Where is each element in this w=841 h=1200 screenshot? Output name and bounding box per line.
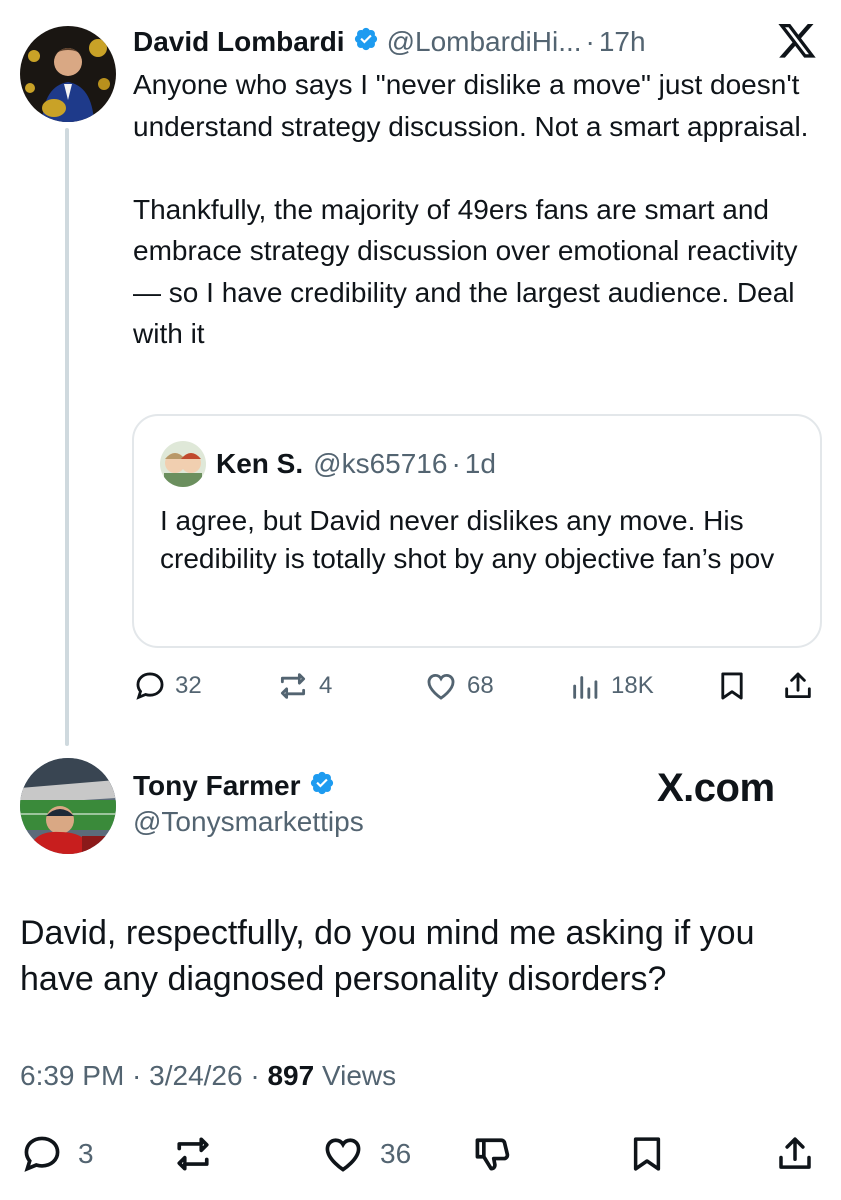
author-name[interactable]: Tony Farmer [133,770,301,802]
post1-paragraph: Anyone who says I "never dislike a move"… [133,69,809,142]
verified-icon [309,770,335,803]
like-icon [423,669,459,703]
quote-text: I agree, but David never dislikes any mo… [160,505,775,574]
reply-button[interactable]: 3 [20,1132,94,1176]
reply-icon [20,1132,64,1176]
share-button[interactable] [774,1132,816,1176]
quote-header: Ken S. @ks65716 · 1d [160,441,496,487]
post2-meta: 6:39 PM · 3/24/26 · 897 Views [20,1060,396,1092]
post2-action-bar: 3 36 [20,1132,820,1176]
quote-author-handle[interactable]: @ks65716 [313,448,447,480]
author-handle[interactable]: @LombardiHi... [387,26,582,58]
reply-button[interactable]: 32 [133,664,202,708]
bookmark-button[interactable] [715,664,749,708]
like-button[interactable]: 36 [320,1132,411,1176]
post-time[interactable]: 17h [599,26,646,58]
repost-icon [170,1132,216,1176]
repost-button[interactable] [170,1132,216,1176]
dislike-button[interactable] [470,1132,516,1176]
bookmark-icon [715,669,749,703]
post-timestamp[interactable]: 6:39 PM · 3/24/26 · [20,1060,260,1091]
share-icon [774,1132,816,1176]
reply-count: 3 [78,1138,94,1169]
separator-dot: · [451,448,461,479]
post1-action-bar: 32 4 68 18K [133,664,823,708]
views-icon [569,669,603,703]
like-count: 68 [467,672,494,699]
reply-count: 32 [175,672,202,699]
views-count: 18K [611,672,654,699]
x-logo-icon [776,24,818,67]
share-button[interactable] [781,664,815,708]
repost-button[interactable]: 4 [275,664,332,708]
like-icon [320,1132,366,1176]
post2-author-row: Tony Farmer [133,766,343,806]
repost-count: 4 [319,672,333,699]
like-button[interactable]: 68 [423,664,494,708]
like-count: 36 [380,1138,412,1169]
views-count: 897 [267,1060,315,1091]
quote-author-name[interactable]: Ken S. [216,448,303,480]
thread-connector [65,128,69,746]
quoted-post-card[interactable]: Ken S. @ks65716 · 1d I agree, but David … [132,414,822,648]
bookmark-icon [626,1132,668,1176]
avatar-david-lombardi[interactable] [20,26,116,122]
post2-text: David, respectfully, do you mind me aski… [20,914,755,998]
bookmark-button[interactable] [626,1132,668,1176]
author-handle[interactable]: @Tonysmarkettips [133,806,364,838]
verified-icon [353,26,379,59]
avatar-ken-s [160,441,206,487]
dislike-icon [470,1132,516,1176]
share-icon [781,669,815,703]
reply-icon [133,669,167,703]
repost-icon [275,669,311,703]
views-button[interactable]: 18K [569,664,654,708]
post1-paragraph: Thankfully, the majority of 49ers fans a… [133,193,798,350]
author-name[interactable]: David Lombardi [133,26,345,58]
post1-header: David Lombardi @LombardiHi... · 17h [133,22,646,62]
views-label: Views [321,1060,397,1091]
avatar-tony-farmer[interactable] [20,758,116,854]
quote-time: 1d [464,448,496,479]
separator-dot: · [585,26,595,57]
xcom-watermark: X.com [657,766,775,810]
post1-text: Anyone who says I "never dislike a move"… [133,64,823,355]
